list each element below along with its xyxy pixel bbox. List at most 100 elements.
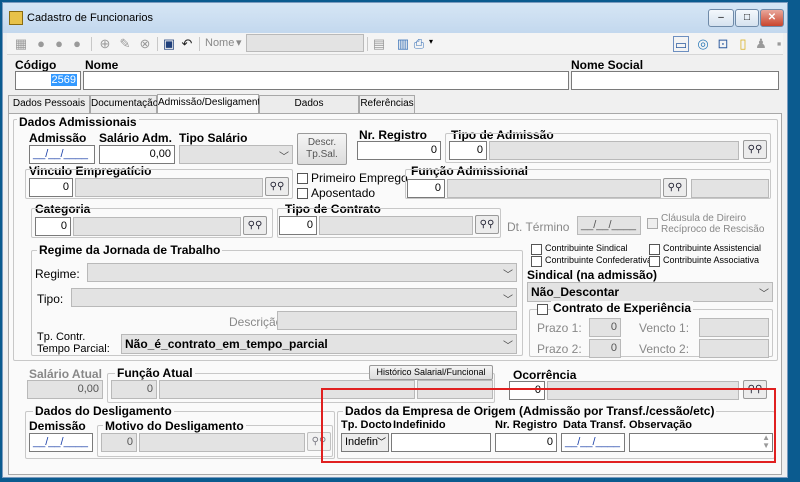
contrib-assistencial-checkbox[interactable] [649, 244, 660, 255]
admissao-label: Admissão [29, 131, 87, 145]
funcao-code[interactable]: 0 [407, 179, 445, 198]
prazo2-field: 0 [589, 339, 621, 358]
aposentado-checkbox[interactable] [297, 188, 308, 199]
motivo-label: Motivo do Desligamento [103, 419, 246, 433]
desligamento-title: Dados do Desligamento [33, 404, 174, 418]
find-icon[interactable]: ◎ [695, 36, 711, 52]
add-icon[interactable]: ⊕ [97, 36, 113, 52]
tipo-admissao-code[interactable]: 0 [449, 141, 487, 160]
tipo-salario-select[interactable]: ﹀ [179, 145, 293, 164]
filter-icon[interactable]: ⊡ [715, 36, 731, 52]
vencto2-label: Vencto 2: [639, 342, 690, 356]
tab-dados-pessoais[interactable]: Dados Pessoais [8, 95, 90, 113]
historico-button[interactable]: Histórico Salarial/Funcional [369, 365, 493, 380]
prazo1-label: Prazo 1: [537, 321, 582, 335]
maximize-icon[interactable]: □ [735, 9, 759, 27]
print-dropdown-icon[interactable]: ▾ [429, 37, 433, 46]
salario-adm-field[interactable]: 0,00 [99, 145, 175, 164]
contrib-sindical-checkbox[interactable] [531, 244, 542, 255]
highlight-box [321, 388, 776, 463]
print-icon[interactable]: ⎙ [411, 36, 427, 52]
categoria-code[interactable]: 0 [35, 217, 71, 236]
contrib-sindical-label: Contribuinte Sindical [545, 243, 628, 253]
toolbar: ▦ ● ● ● ⊕ ✎ ⊗ ▣ ↶ Nome ▾ ▤ ▥ ⎙ ▾ ▭ ◎ ⊡ ▯… [7, 33, 783, 55]
contrib-associativa-checkbox[interactable] [649, 256, 660, 267]
save-icon[interactable]: ▣ [161, 36, 177, 52]
toolbar-separator [91, 37, 92, 51]
nr-registro-label: Nr. Registro [359, 128, 428, 142]
tab-dados-complementares[interactable]: Dados Complementares [259, 95, 359, 125]
report-icon[interactable]: ▥ [395, 36, 411, 52]
demissao-label: Demissão [29, 419, 86, 433]
vinculo-code[interactable]: 0 [29, 178, 73, 197]
user-icon[interactable]: ♟ [753, 36, 769, 52]
clausula-checkbox[interactable] [647, 218, 658, 229]
clausula-label: Cláusula de Direiro Recíproco de Rescisã… [661, 213, 765, 235]
tipo-salario-label: Tipo Salário [179, 131, 248, 145]
tab-admissao-desligamento[interactable]: Admissão/Desligamento [157, 94, 266, 114]
view-icon[interactable]: ▭ [673, 36, 689, 52]
first-record-icon[interactable]: ▦ [13, 36, 29, 52]
toolbar-search-input[interactable] [246, 34, 364, 52]
info-icon[interactable]: ▪ [771, 36, 787, 52]
funcao-desc [447, 179, 661, 198]
codigo-field[interactable]: 2569 [15, 71, 81, 90]
chevron-down-icon: ﹀ [503, 295, 513, 306]
dt-termino-field: __/__/____ [577, 216, 641, 235]
binoculars-icon[interactable]: ⚲⚲ [663, 178, 687, 197]
binoculars-icon[interactable]: ⚲⚲ [265, 177, 289, 196]
edit-icon[interactable]: ✎ [117, 36, 133, 52]
title-bar: Cadastro de Funcionarios – □ ✕ [3, 3, 787, 33]
prazo2-label: Prazo 2: [537, 342, 582, 356]
tipo-select[interactable]: ﹀ [71, 288, 517, 307]
tp-contr-select[interactable]: Não_é_contrato_em_tempo_parcial ﹀ [121, 334, 517, 354]
admissao-date-field[interactable]: __/__/____ [29, 145, 95, 164]
binoculars-icon[interactable]: ⚲⚲ [475, 215, 499, 234]
experiencia-checkbox[interactable] [537, 304, 548, 315]
chevron-down-icon: ﹀ [503, 341, 513, 352]
aposentado-label: Aposentado [311, 186, 376, 200]
minimize-icon[interactable]: – [708, 9, 734, 27]
tab-referencias[interactable]: Referências [359, 95, 415, 113]
contrib-confederativa-checkbox[interactable] [531, 256, 542, 267]
nome-social-label: Nome Social [571, 58, 644, 72]
last-record-icon[interactable]: ● [69, 36, 85, 52]
chevron-down-icon[interactable]: ▾ [236, 36, 242, 49]
tipo-contrato-code[interactable]: 0 [279, 216, 317, 235]
grid-icon[interactable]: ▤ [371, 36, 387, 52]
sindical-adm-select[interactable]: Não_Descontar ﹀ [527, 282, 773, 302]
nome-social-field[interactable] [571, 71, 779, 90]
app-icon [9, 11, 23, 25]
delete-icon[interactable]: ⊗ [137, 36, 153, 52]
undo-icon[interactable]: ↶ [179, 36, 195, 52]
categoria-desc [73, 217, 241, 236]
binoculars-icon[interactable]: ⚲⚲ [743, 140, 767, 159]
experiencia-title: Contrato de Experiência [551, 301, 694, 315]
codigo-label: Código [15, 58, 57, 72]
note-icon[interactable]: ▯ [735, 36, 751, 52]
salario-atual-label: Salário Atual [29, 367, 102, 381]
close-icon[interactable]: ✕ [760, 9, 784, 27]
toolbar-separator [367, 37, 368, 51]
next-record-icon[interactable]: ● [51, 36, 67, 52]
sindical-adm-label: Sindical (na admissão) [527, 268, 658, 282]
primeiro-emprego-checkbox[interactable] [297, 173, 308, 184]
tab-documentacao[interactable]: Documentação [90, 95, 158, 113]
binoculars-icon[interactable]: ⚲⚲ [243, 216, 267, 235]
tipo-admissao-desc [489, 141, 739, 160]
contrib-assistencial-label: Contribuinte Assistencial [663, 243, 762, 253]
ocorrencia-label: Ocorrência [513, 368, 577, 382]
motivo-desc [139, 433, 305, 452]
nome-field[interactable] [83, 71, 569, 90]
tp-contr-value: Não_é_contrato_em_tempo_parcial [125, 337, 328, 351]
regime-title: Regime da Jornada de Trabalho [37, 243, 223, 257]
nr-registro-field[interactable]: 0 [357, 141, 441, 160]
sindical-adm-value: Não_Descontar [531, 285, 620, 299]
prev-record-icon[interactable]: ● [33, 36, 49, 52]
descr-tp-sal-button[interactable]: Descr. Tp.Sal. [297, 133, 347, 165]
vencto1-field [699, 318, 769, 337]
regime-select[interactable]: ﹀ [87, 263, 517, 282]
chevron-down-icon: ﹀ [279, 152, 289, 163]
demissao-date-field[interactable]: __/__/____ [29, 433, 93, 452]
regime-label: Regime: [35, 267, 80, 281]
